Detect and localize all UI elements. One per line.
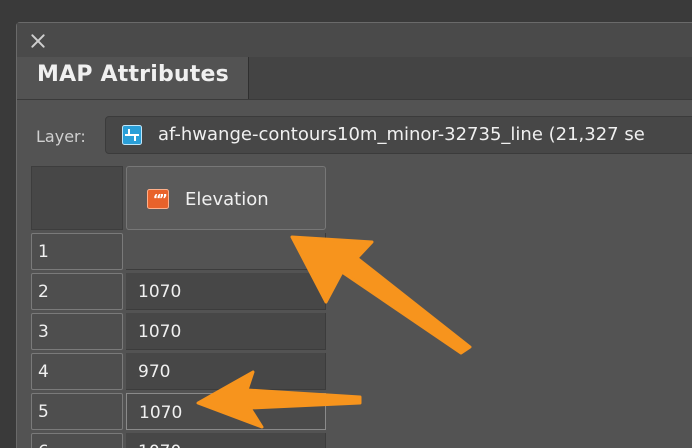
row-header-3[interactable]: 3 [31,313,123,350]
column-header-label: Elevation [185,189,269,210]
row-header-1[interactable]: 1 [31,233,123,270]
map-attributes-panel: MAP Attributes Layer: af-hwange-contours… [16,22,692,448]
screenshot-stage: MAP Attributes Layer: af-hwange-contours… [0,0,692,448]
tab-strip: MAP Attributes [17,57,692,100]
table-cell[interactable] [126,233,326,270]
panel-titlebar [17,23,692,57]
row-header-2[interactable]: 2 [31,273,123,310]
layer-select[interactable]: af-hwange-contours10m_minor-32735_line (… [105,116,692,154]
table-corner-cell [31,166,123,230]
column-header-elevation[interactable]: “ ” Elevation [126,166,326,230]
layer-label: Layer: [36,127,86,146]
line-layer-icon [122,125,142,145]
layer-name: af-hwange-contours10m_minor-32735_line (… [158,124,645,145]
table-cell[interactable]: 1070 [126,313,326,350]
table-cell[interactable]: 1070 [126,273,326,310]
svg-text:”: ” [159,193,168,208]
row-header-6[interactable]: 6 [31,433,123,448]
row-header-5[interactable]: 5 [31,393,123,430]
table-cell-selected[interactable]: 1070 [126,393,326,430]
tab-map-attributes[interactable]: MAP Attributes [17,57,249,99]
row-header-4[interactable]: 4 [31,353,123,390]
close-icon[interactable] [29,32,47,50]
table-cell[interactable]: 1070 [126,433,326,448]
attribute-type-icon: “ ” [147,189,169,209]
table-cell[interactable]: 970 [126,353,326,390]
